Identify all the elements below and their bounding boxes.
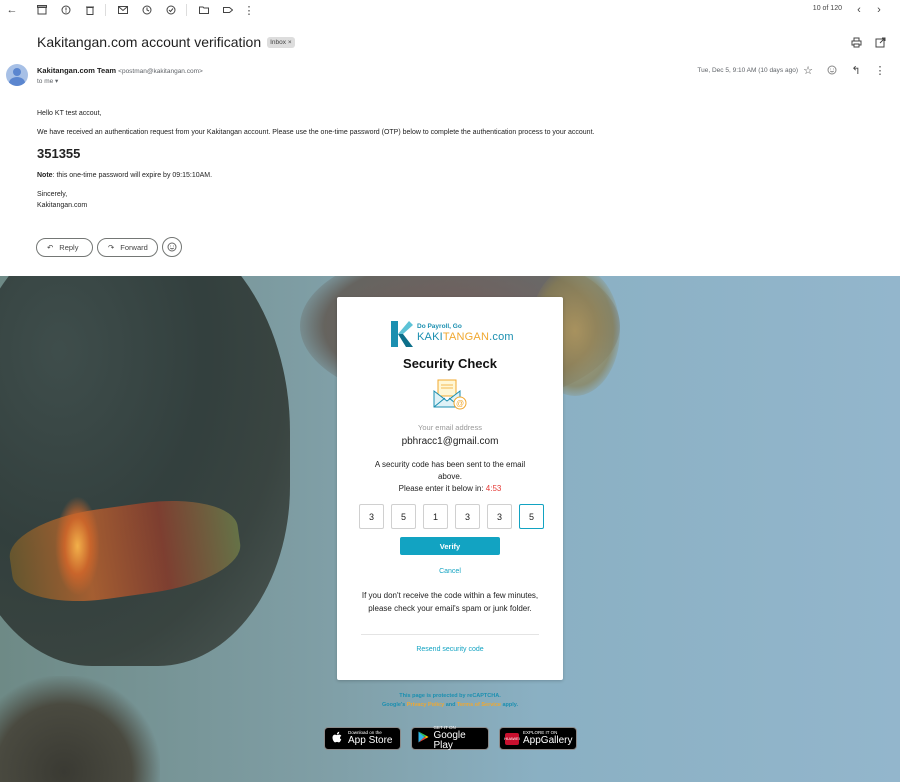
email-body: Hello KT test accout, We have received a… xyxy=(37,110,837,211)
card-divider xyxy=(361,634,539,635)
app-store-badge[interactable]: Download on the App Store xyxy=(324,727,401,750)
note-text: : this one-time password will expire by … xyxy=(52,172,213,179)
recipient-details-toggle[interactable]: to me ▾ xyxy=(37,77,58,85)
older-chevron-icon[interactable]: › xyxy=(871,2,887,18)
more-options-icon[interactable]: ⋮ xyxy=(241,2,257,18)
privacy-policy-link[interactable]: Privacy Policy xyxy=(407,702,444,708)
star-icon[interactable]: ☆ xyxy=(802,64,814,77)
kakitangan-k-logo-icon xyxy=(391,321,413,347)
inbox-label-chip[interactable]: Inbox × xyxy=(267,36,295,48)
emoji-reaction-button[interactable] xyxy=(162,237,182,257)
email-subject: Kakitangan.com account verification xyxy=(37,34,262,50)
report-spam-icon[interactable] xyxy=(58,2,74,18)
sender-name: Kakitangan.com Team xyxy=(37,66,117,75)
huawei-logo-icon: HUAWEI xyxy=(504,732,520,745)
recaptcha-line: This page is protected by reCAPTCHA. xyxy=(399,693,501,699)
otp-input-row: 3 5 1 3 3 5 xyxy=(359,504,544,529)
emoji-react-icon[interactable] xyxy=(826,64,838,76)
otp-digit-input[interactable]: 3 xyxy=(455,504,480,529)
google-play-icon xyxy=(417,731,429,746)
cancel-link[interactable]: Cancel xyxy=(337,568,563,575)
recaptcha-notice: This page is protected by reCAPTCHA. Goo… xyxy=(0,692,900,710)
toolbar-divider xyxy=(186,4,187,16)
subject-row: Kakitangan.com account verification Inbo… xyxy=(37,34,295,50)
email-greeting: Hello KT test accout, xyxy=(37,110,102,117)
back-arrow-icon[interactable]: ← xyxy=(4,2,20,18)
forward-arrow-icon: ↷ xyxy=(108,242,115,252)
security-check-title: Security Check xyxy=(403,356,497,371)
print-icon[interactable] xyxy=(850,36,862,48)
appgallery-label: AppGallery xyxy=(523,734,573,746)
otp-code: 351355 xyxy=(37,146,81,161)
kakitangan-logo: Do Payroll, Go KAKITANGAN.com xyxy=(391,321,514,347)
spam-help-message: If you don't receive the code within a f… xyxy=(361,591,539,613)
logo-wordmark: KAKITANGAN.com xyxy=(417,331,514,343)
message-actions: ☆ ↰ ⋮ xyxy=(802,64,886,77)
svg-text:@: @ xyxy=(456,399,464,408)
add-task-icon[interactable] xyxy=(163,2,179,18)
archive-icon[interactable] xyxy=(34,2,50,18)
otp-digit-input[interactable]: 5 xyxy=(519,504,544,529)
terms-of-service-link[interactable]: Terms of Service xyxy=(457,702,501,708)
sender-line: Kakitangan.com Team <postman@kakitangan.… xyxy=(37,66,203,75)
label-icon[interactable] xyxy=(220,2,236,18)
email-signoff: Sincerely, xyxy=(37,191,68,198)
subject-actions xyxy=(850,36,886,48)
open-new-window-icon[interactable] xyxy=(874,36,886,48)
email-envelope-icon: @ xyxy=(433,379,467,410)
verify-button[interactable]: Verify xyxy=(400,537,500,555)
countdown-timer: 4:53 xyxy=(485,484,502,493)
appgallery-badge[interactable]: HUAWEI EXPLORE IT ON AppGallery xyxy=(499,727,577,750)
move-to-icon[interactable] xyxy=(196,2,212,18)
sender-avatar[interactable] xyxy=(6,64,28,86)
email-message: We have received an authentication reque… xyxy=(37,129,595,136)
otp-digit-input[interactable]: 3 xyxy=(487,504,512,529)
smiley-icon xyxy=(167,242,177,252)
app-store-badges: Download on the App Store GET IT ON Google… xyxy=(324,726,577,751)
recaptcha-policy-line: Google's Privacy Policy and Terms of Ser… xyxy=(382,702,518,708)
otp-digit-input[interactable]: 3 xyxy=(359,504,384,529)
toolbar-divider xyxy=(105,4,106,16)
app-store-label: App Store xyxy=(348,734,393,746)
email-address-label: Your email address xyxy=(418,423,482,432)
otp-expiry-note: Note: this one-time password will expire… xyxy=(37,172,837,179)
security-check-card: Do Payroll, Go KAKITANGAN.com Security C… xyxy=(337,297,563,680)
message-counter: 10 of 120 xyxy=(812,5,842,12)
apple-icon xyxy=(330,731,344,747)
delete-icon[interactable] xyxy=(82,2,98,18)
mark-unread-icon[interactable] xyxy=(115,2,131,18)
code-sent-message: A security code has been sent to the ema… xyxy=(374,460,526,481)
google-play-badge[interactable]: GET IT ON Google Play xyxy=(411,726,489,751)
more-vert-icon[interactable]: ⋮ xyxy=(874,64,886,77)
reply-actions: ↶ Reply ↷ Forward xyxy=(36,237,182,257)
otp-digit-input[interactable]: 5 xyxy=(391,504,416,529)
forward-label: Forward xyxy=(120,242,148,252)
reply-arrow-icon: ↶ xyxy=(47,242,54,252)
logo-tagline: Do Payroll, Go xyxy=(417,323,462,330)
snooze-icon[interactable] xyxy=(139,2,155,18)
reply-label: Reply xyxy=(59,242,79,252)
sender-address: <postman@kakitangan.com> xyxy=(118,68,203,75)
email-toolbar: ← ⋮ 10 of 120 ‹ › xyxy=(0,0,900,20)
newer-chevron-icon[interactable]: ‹ xyxy=(851,2,867,18)
google-play-label: Google Play xyxy=(433,729,466,751)
enter-code-message: Please enter it below in: 4:53 xyxy=(398,484,502,493)
reply-icon[interactable]: ↰ xyxy=(850,64,862,77)
otp-digit-input[interactable]: 1 xyxy=(423,504,448,529)
reply-button[interactable]: ↶ Reply xyxy=(36,237,93,257)
email-signature: Kakitangan.com xyxy=(37,202,88,209)
note-label: Note xyxy=(37,172,53,179)
resend-code-link[interactable]: Resend security code xyxy=(337,646,563,653)
forward-button[interactable]: ↷ Forward xyxy=(97,237,158,257)
email-address-value: pbhracc1@gmail.com xyxy=(401,436,499,447)
email-date: Tue, Dec 5, 9:10 AM (10 days ago) xyxy=(697,67,798,74)
email-view: ← ⋮ 10 of 120 ‹ › Kakitangan.com account… xyxy=(0,0,900,276)
